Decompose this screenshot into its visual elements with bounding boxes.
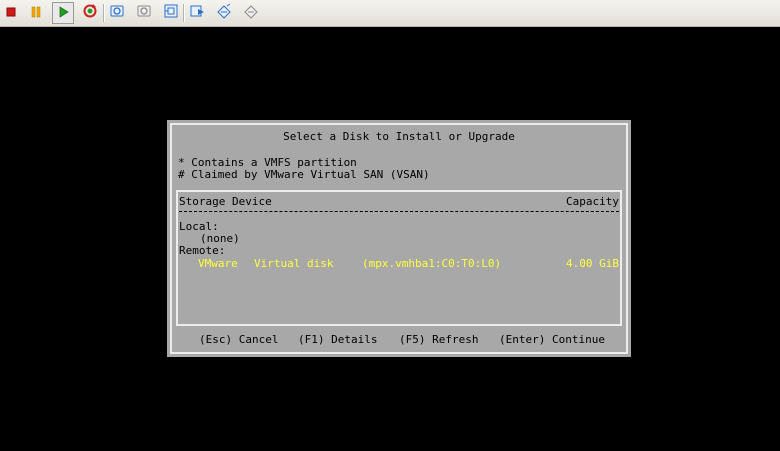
cancel-action[interactable]: (Esc) Cancel bbox=[199, 334, 278, 346]
header-divider bbox=[179, 211, 619, 212]
group-remote-label: Remote: bbox=[179, 244, 226, 257]
pause-button[interactable] bbox=[25, 2, 47, 24]
storage-device-list[interactable]: Storage Device Capacity Local: (none) Re… bbox=[176, 190, 622, 326]
toolbar-separator bbox=[183, 4, 185, 22]
pause-icon bbox=[29, 4, 43, 23]
disconnect-device-icon bbox=[243, 3, 259, 23]
toolbar-separator bbox=[103, 4, 105, 22]
continue-action[interactable]: (Enter) Continue bbox=[499, 334, 605, 346]
revert-snapshot-icon bbox=[136, 3, 152, 23]
disk-row-selected[interactable]: VMware Virtual disk (mpx.vmhba1:C0:T0:L0… bbox=[178, 258, 620, 270]
column-header-capacity: Capacity bbox=[566, 195, 619, 208]
disconnect-device-button[interactable] bbox=[240, 2, 262, 24]
refresh-action[interactable]: (F5) Refresh bbox=[399, 334, 478, 346]
disk-vendor: VMware bbox=[198, 257, 238, 270]
snapshot-icon bbox=[109, 3, 125, 23]
connect-device-icon bbox=[216, 3, 232, 23]
revert-snapshot-button[interactable] bbox=[133, 2, 155, 24]
legend-vsan: # Claimed by VMware Virtual SAN (VSAN) bbox=[178, 168, 430, 181]
stop-button[interactable] bbox=[0, 2, 22, 24]
column-header-device: Storage Device bbox=[179, 195, 272, 208]
power-on-button[interactable] bbox=[52, 2, 74, 24]
snapshot-manager-icon bbox=[163, 3, 179, 23]
stop-icon bbox=[4, 4, 18, 23]
take-snapshot-button[interactable] bbox=[106, 2, 128, 24]
disk-model: Virtual disk bbox=[254, 257, 334, 270]
connect-device-button[interactable] bbox=[213, 2, 235, 24]
disk-select-dialog: Select a Disk to Install or Upgrade * Co… bbox=[167, 120, 631, 357]
reset-icon bbox=[82, 3, 98, 23]
disk-capacity: 4.00 GiB bbox=[566, 257, 619, 270]
play-icon bbox=[56, 4, 70, 23]
vm-settings-button[interactable] bbox=[186, 2, 208, 24]
vm-console[interactable]: Select a Disk to Install or Upgrade * Co… bbox=[0, 27, 780, 451]
dialog-title: Select a Disk to Install or Upgrade bbox=[283, 130, 515, 143]
vm-toolbar bbox=[0, 0, 780, 27]
snapshot-manager-button[interactable] bbox=[160, 2, 182, 24]
settings-icon bbox=[189, 3, 205, 23]
disk-path: (mpx.vmhba1:C0:T0:L0) bbox=[362, 257, 502, 270]
reset-button[interactable] bbox=[79, 2, 101, 24]
details-action[interactable]: (F1) Details bbox=[298, 334, 377, 346]
